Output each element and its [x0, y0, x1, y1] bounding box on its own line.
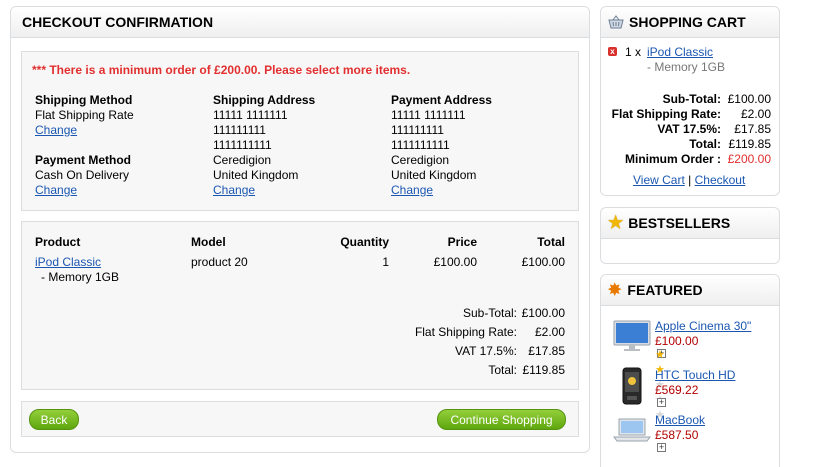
shipping-address-line: 11111 1111111: [213, 108, 288, 122]
cart-item-quantity: 1 x: [625, 45, 642, 59]
shipping-method-label: Shipping Method: [35, 93, 133, 107]
payment-address-line: 11111 1111111: [391, 108, 466, 122]
payment-method-label: Payment Method: [35, 153, 132, 167]
cart-item-link[interactable]: iPod Classic: [647, 45, 713, 60]
continue-shopping-button[interactable]: Continue Shopping: [437, 409, 566, 430]
laptop-icon[interactable]: [613, 417, 651, 443]
cart-totals-label: Minimum Order :: [624, 152, 721, 166]
monitor-icon[interactable]: [613, 320, 651, 352]
burst-icon: ✸: [608, 282, 622, 299]
page-title: CHECKOUT CONFIRMATION: [22, 14, 214, 30]
featured-item-price: £100.00: [655, 334, 699, 348]
cart-totals-label: VAT 17.5%:: [657, 122, 721, 136]
checkout-link[interactable]: Checkout: [695, 173, 746, 187]
order-totals-label: Total:: [488, 363, 517, 377]
payment-method-value: Cash On Delivery: [35, 168, 130, 182]
featured-title: FEATURED: [627, 282, 703, 298]
featured-item-link[interactable]: HTC Touch HD: [655, 368, 735, 383]
shipping-address-line: Ceredigion: [213, 153, 272, 167]
order-product-price: £100.00: [433, 255, 477, 269]
cart-links: View Cart | Checkout: [633, 173, 745, 188]
phone-icon[interactable]: [622, 367, 642, 405]
shipping-method-value: Flat Shipping Rate: [35, 108, 134, 122]
payment-method-change-link[interactable]: Change: [35, 183, 77, 197]
cart-totals-value: £2.00: [740, 107, 771, 121]
featured-item-link[interactable]: Apple Cinema 30": [655, 319, 751, 334]
cart-totals-label: Total:: [689, 137, 721, 151]
expand-icon[interactable]: +: [657, 398, 666, 407]
cart-totals-value: £119.85: [728, 137, 772, 151]
column-header-model: Model: [191, 235, 226, 249]
column-header-product: Product: [35, 235, 81, 249]
order-product-link[interactable]: iPod Classic: [35, 255, 101, 270]
cart-links-separator: |: [688, 173, 692, 187]
shipping-address-line: 111111111: [213, 123, 266, 137]
order-product-model: product 20: [191, 255, 248, 269]
bestsellers-header: ★ BESTSELLERS: [601, 208, 779, 239]
order-totals-value: £119.85: [522, 363, 566, 377]
payment-address-line: 111111111: [391, 123, 444, 137]
minimum-order-warning: *** There is a minimum order of £200.00.…: [32, 63, 411, 77]
cart-remove-icon[interactable]: x: [608, 47, 617, 56]
order-product-option: - Memory 1GB: [41, 270, 120, 284]
shipping-address-change-link[interactable]: Change: [213, 183, 255, 197]
view-cart-link[interactable]: View Cart: [633, 173, 685, 187]
shipping-method-change-link[interactable]: Change: [35, 123, 77, 137]
featured-item-price: £587.50: [655, 428, 699, 442]
featured-item-price: £569.22: [655, 383, 699, 397]
cart-totals-label: Sub-Total:: [662, 92, 721, 106]
featured-item-link[interactable]: MacBook: [655, 413, 705, 428]
featured-header: ✸ FEATURED: [601, 275, 779, 306]
shipping-address-block: Shipping Address 11111 1111111 111111111…: [213, 93, 315, 198]
cart-totals-label: Flat Shipping Rate:: [611, 107, 721, 121]
cart-item-option: - Memory 1GB: [647, 60, 726, 74]
star-icon: ★: [608, 213, 624, 232]
payment-method-block: Payment Method Cash On Delivery Change: [35, 153, 131, 198]
order-totals-value: £100.00: [521, 306, 565, 320]
shipping-address-label: Shipping Address: [213, 93, 316, 107]
bestsellers-panel: ★ BESTSELLERS: [600, 207, 780, 264]
column-header-total: Total: [537, 235, 565, 249]
cart-totals-value: £100.00: [727, 92, 771, 106]
payment-address-label: Payment Address: [391, 93, 492, 107]
back-button[interactable]: Back: [29, 409, 79, 430]
order-totals-label: Sub-Total:: [462, 306, 517, 320]
basket-icon: [608, 15, 624, 29]
payment-address-line: Ceredigion: [391, 153, 450, 167]
order-totals-label: Flat Shipping Rate:: [414, 325, 517, 339]
column-header-price: Price: [447, 235, 477, 249]
order-totals-value: £17.85: [528, 344, 565, 358]
order-product-quantity: 1: [382, 255, 389, 269]
featured-item-price-row: £569.22 +: [655, 383, 698, 407]
checkout-header: CHECKOUT CONFIRMATION: [11, 7, 589, 38]
payment-address-block: Payment Address 11111 1111111 111111111 …: [391, 93, 492, 198]
order-totals-value: £2.00: [534, 325, 565, 339]
expand-icon[interactable]: +: [657, 443, 666, 452]
featured-item-price-row: £587.50 +: [655, 428, 698, 452]
star-filled-icon: ★: [655, 349, 665, 361]
shipping-address-line: United Kingdom: [213, 168, 299, 182]
shipping-address-line: 1111111111: [213, 138, 272, 152]
payment-address-change-link[interactable]: Change: [391, 183, 433, 197]
order-product-total: £100.00: [521, 255, 565, 269]
cart-minimum-order-value: £200.00: [727, 152, 771, 166]
payment-address-line: United Kingdom: [391, 168, 477, 182]
order-totals-label: VAT 17.5%:: [454, 344, 517, 358]
shopping-cart-header: SHOPPING CART: [601, 7, 779, 38]
cart-totals-value: £17.85: [734, 122, 771, 136]
shipping-method-block: Shipping Method Flat Shipping Rate Chang…: [35, 93, 134, 138]
payment-address-line: 1111111111: [391, 138, 450, 152]
bestsellers-title: BESTSELLERS: [628, 215, 731, 231]
column-header-quantity: Quantity: [340, 235, 389, 249]
shopping-cart-title: SHOPPING CART: [629, 14, 746, 30]
